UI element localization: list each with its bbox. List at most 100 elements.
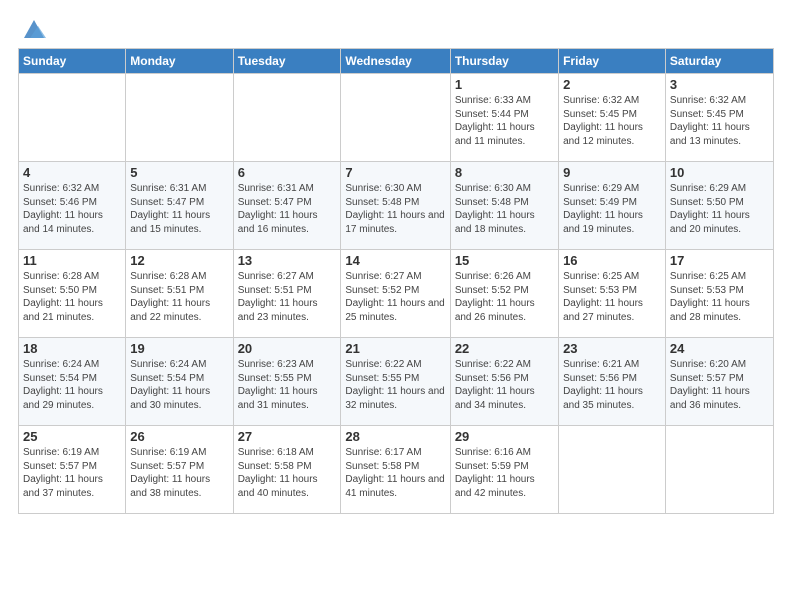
logo	[18, 14, 48, 42]
day-info: Sunrise: 6:23 AM Sunset: 5:55 PM Dayligh…	[238, 358, 337, 412]
calendar-cell: 7 Sunrise: 6:30 AM Sunset: 5:48 PM Daylig…	[341, 162, 450, 250]
weekday-header: Thursday	[450, 49, 558, 74]
day-number: 10	[670, 165, 769, 180]
calendar-cell: 25 Sunrise: 6:19 AM Sunset: 5:57 PM Dayli…	[19, 426, 126, 514]
day-info: Sunrise: 6:22 AM Sunset: 5:55 PM Dayligh…	[345, 358, 445, 412]
weekday-header: Wednesday	[341, 49, 450, 74]
day-number: 19	[130, 341, 228, 356]
day-number: 15	[455, 253, 554, 268]
calendar-cell	[341, 74, 450, 162]
day-number: 9	[563, 165, 661, 180]
calendar-cell	[126, 74, 233, 162]
calendar-cell: 24 Sunrise: 6:20 AM Sunset: 5:57 PM Dayli…	[665, 338, 773, 426]
weekday-header: Sunday	[19, 49, 126, 74]
day-number: 12	[130, 253, 228, 268]
calendar-cell: 3 Sunrise: 6:32 AM Sunset: 5:45 PM Daylig…	[665, 74, 773, 162]
calendar-cell	[233, 74, 341, 162]
calendar-cell	[665, 426, 773, 514]
calendar-cell: 19 Sunrise: 6:24 AM Sunset: 5:54 PM Dayli…	[126, 338, 233, 426]
calendar-cell: 2 Sunrise: 6:32 AM Sunset: 5:45 PM Daylig…	[559, 74, 666, 162]
calendar-cell: 23 Sunrise: 6:21 AM Sunset: 5:56 PM Dayli…	[559, 338, 666, 426]
day-info: Sunrise: 6:20 AM Sunset: 5:57 PM Dayligh…	[670, 358, 769, 412]
calendar-cell: 11 Sunrise: 6:28 AM Sunset: 5:50 PM Dayli…	[19, 250, 126, 338]
calendar-cell: 12 Sunrise: 6:28 AM Sunset: 5:51 PM Dayli…	[126, 250, 233, 338]
calendar-cell: 10 Sunrise: 6:29 AM Sunset: 5:50 PM Dayli…	[665, 162, 773, 250]
calendar-cell: 1 Sunrise: 6:33 AM Sunset: 5:44 PM Daylig…	[450, 74, 558, 162]
day-number: 6	[238, 165, 337, 180]
day-info: Sunrise: 6:19 AM Sunset: 5:57 PM Dayligh…	[130, 446, 228, 500]
day-info: Sunrise: 6:31 AM Sunset: 5:47 PM Dayligh…	[130, 182, 228, 236]
calendar-cell: 20 Sunrise: 6:23 AM Sunset: 5:55 PM Dayli…	[233, 338, 341, 426]
calendar-cell	[559, 426, 666, 514]
day-number: 29	[455, 429, 554, 444]
calendar-cell: 16 Sunrise: 6:25 AM Sunset: 5:53 PM Dayli…	[559, 250, 666, 338]
day-number: 20	[238, 341, 337, 356]
day-info: Sunrise: 6:21 AM Sunset: 5:56 PM Dayligh…	[563, 358, 661, 412]
day-info: Sunrise: 6:27 AM Sunset: 5:51 PM Dayligh…	[238, 270, 337, 324]
day-number: 2	[563, 77, 661, 92]
calendar-cell: 29 Sunrise: 6:16 AM Sunset: 5:59 PM Dayli…	[450, 426, 558, 514]
calendar-cell	[19, 74, 126, 162]
calendar-cell: 28Sunrise: 6:17 AM Sunset: 5:58 PM Dayli…	[341, 426, 450, 514]
day-info: Sunrise: 6:26 AM Sunset: 5:52 PM Dayligh…	[455, 270, 554, 324]
calendar-cell: 4 Sunrise: 6:32 AM Sunset: 5:46 PM Daylig…	[19, 162, 126, 250]
day-number: 17	[670, 253, 769, 268]
calendar-cell: 22 Sunrise: 6:22 AM Sunset: 5:56 PM Dayli…	[450, 338, 558, 426]
day-number: 1	[455, 77, 554, 92]
day-number: 13	[238, 253, 337, 268]
day-info: Sunrise: 6:27 AM Sunset: 5:52 PM Dayligh…	[345, 270, 445, 324]
calendar-cell: 18 Sunrise: 6:24 AM Sunset: 5:54 PM Dayli…	[19, 338, 126, 426]
day-number: 4	[23, 165, 121, 180]
day-info: Sunrise: 6:28 AM Sunset: 5:50 PM Dayligh…	[23, 270, 121, 324]
day-number: 22	[455, 341, 554, 356]
day-info: Sunrise: 6:32 AM Sunset: 5:46 PM Dayligh…	[23, 182, 121, 236]
calendar-cell: 13 Sunrise: 6:27 AM Sunset: 5:51 PM Dayli…	[233, 250, 341, 338]
day-info: Sunrise: 6:30 AM Sunset: 5:48 PM Dayligh…	[345, 182, 445, 236]
calendar-cell: 17 Sunrise: 6:25 AM Sunset: 5:53 PM Dayli…	[665, 250, 773, 338]
calendar-cell: 6 Sunrise: 6:31 AM Sunset: 5:47 PM Daylig…	[233, 162, 341, 250]
page: SundayMondayTuesdayWednesdayThursdayFrid…	[0, 0, 792, 524]
day-info: Sunrise: 6:31 AM Sunset: 5:47 PM Dayligh…	[238, 182, 337, 236]
header	[18, 10, 774, 42]
day-number: 28	[345, 429, 445, 444]
day-info: Sunrise: 6:32 AM Sunset: 5:45 PM Dayligh…	[670, 94, 769, 148]
day-info: Sunrise: 6:32 AM Sunset: 5:45 PM Dayligh…	[563, 94, 661, 148]
calendar-cell: 15 Sunrise: 6:26 AM Sunset: 5:52 PM Dayli…	[450, 250, 558, 338]
calendar-cell: 9 Sunrise: 6:29 AM Sunset: 5:49 PM Daylig…	[559, 162, 666, 250]
weekday-header: Saturday	[665, 49, 773, 74]
weekday-header: Monday	[126, 49, 233, 74]
day-number: 18	[23, 341, 121, 356]
day-number: 25	[23, 429, 121, 444]
day-number: 14	[345, 253, 445, 268]
day-info: Sunrise: 6:25 AM Sunset: 5:53 PM Dayligh…	[670, 270, 769, 324]
day-number: 3	[670, 77, 769, 92]
day-info: Sunrise: 6:33 AM Sunset: 5:44 PM Dayligh…	[455, 94, 554, 148]
day-info: Sunrise: 6:22 AM Sunset: 5:56 PM Dayligh…	[455, 358, 554, 412]
day-number: 21	[345, 341, 445, 356]
day-number: 27	[238, 429, 337, 444]
day-number: 5	[130, 165, 228, 180]
logo-icon	[20, 14, 48, 42]
day-info: Sunrise: 6:16 AM Sunset: 5:59 PM Dayligh…	[455, 446, 554, 500]
calendar-cell: 26Sunrise: 6:19 AM Sunset: 5:57 PM Dayli…	[126, 426, 233, 514]
day-info: Sunrise: 6:28 AM Sunset: 5:51 PM Dayligh…	[130, 270, 228, 324]
day-info: Sunrise: 6:19 AM Sunset: 5:57 PM Dayligh…	[23, 446, 121, 500]
day-info: Sunrise: 6:30 AM Sunset: 5:48 PM Dayligh…	[455, 182, 554, 236]
calendar-cell: 27 Sunrise: 6:18 AM Sunset: 5:58 PM Dayli…	[233, 426, 341, 514]
calendar-cell: 8Sunrise: 6:30 AM Sunset: 5:48 PM Daylig…	[450, 162, 558, 250]
weekday-header: Friday	[559, 49, 666, 74]
weekday-header: Tuesday	[233, 49, 341, 74]
day-info: Sunrise: 6:25 AM Sunset: 5:53 PM Dayligh…	[563, 270, 661, 324]
day-number: 24	[670, 341, 769, 356]
day-info: Sunrise: 6:24 AM Sunset: 5:54 PM Dayligh…	[130, 358, 228, 412]
day-number: 23	[563, 341, 661, 356]
day-number: 7	[345, 165, 445, 180]
calendar-cell: 14 Sunrise: 6:27 AM Sunset: 5:52 PM Dayli…	[341, 250, 450, 338]
calendar: SundayMondayTuesdayWednesdayThursdayFrid…	[18, 48, 774, 514]
day-number: 11	[23, 253, 121, 268]
day-info: Sunrise: 6:18 AM Sunset: 5:58 PM Dayligh…	[238, 446, 337, 500]
day-info: Sunrise: 6:24 AM Sunset: 5:54 PM Dayligh…	[23, 358, 121, 412]
day-info: Sunrise: 6:29 AM Sunset: 5:49 PM Dayligh…	[563, 182, 661, 236]
day-number: 16	[563, 253, 661, 268]
day-info: Sunrise: 6:29 AM Sunset: 5:50 PM Dayligh…	[670, 182, 769, 236]
